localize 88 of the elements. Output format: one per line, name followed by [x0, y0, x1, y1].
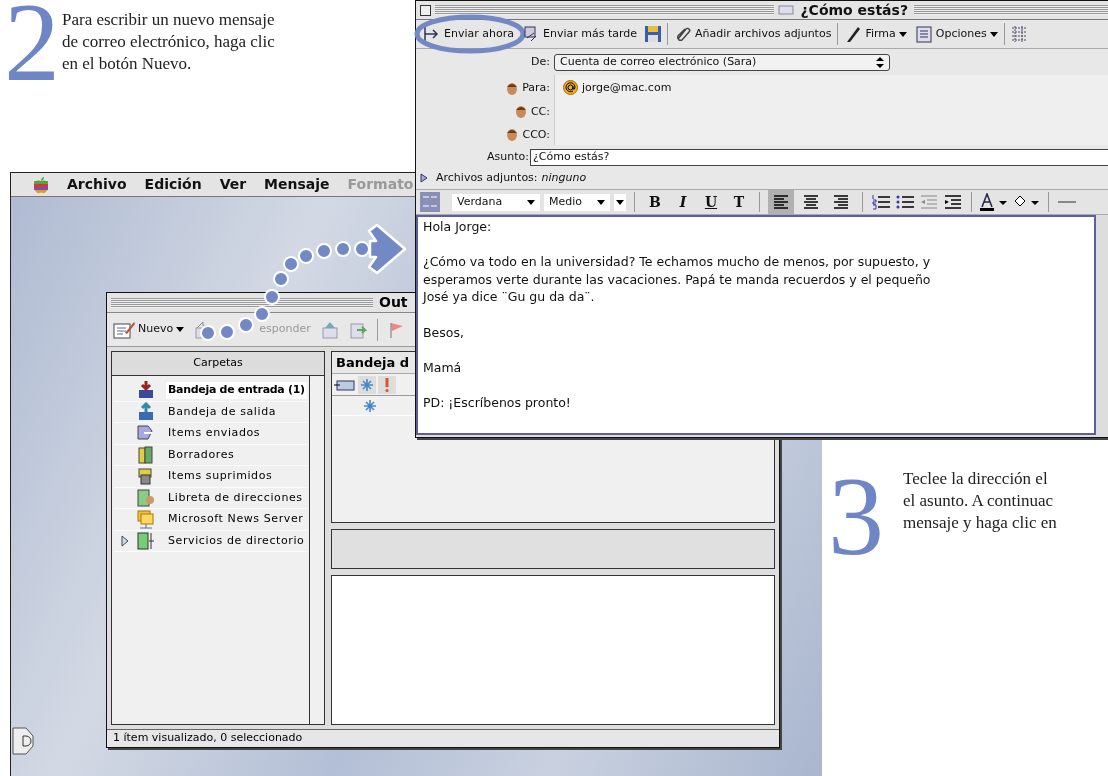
caret-icon — [898, 31, 907, 37]
field-label: CC: — [530, 103, 550, 120]
subject-field[interactable]: ¿Cómo estás? — [530, 148, 1108, 166]
inbox-tray-icon — [136, 380, 156, 401]
forward-icon — [348, 320, 367, 339]
font-select[interactable]: Verdana — [452, 193, 540, 211]
address-book-icon — [136, 487, 156, 508]
align-right-icon — [832, 193, 850, 211]
grid-icon — [1009, 25, 1028, 43]
account-select[interactable]: Cuenta de correo electrónico (Sara) — [554, 53, 890, 71]
toolbar-button[interactable]: Opciones — [913, 25, 999, 43]
field-label: Asunto: — [486, 148, 530, 165]
attachments-value: ninguno — [541, 169, 587, 186]
move-up-icon — [320, 320, 339, 339]
asterisk-icon — [358, 375, 376, 394]
indent-icon — [943, 193, 963, 211]
new-button[interactable]: Nuevo — [113, 319, 185, 340]
column-header: Carpetas — [112, 352, 324, 376]
dropdown-button[interactable] — [614, 193, 626, 211]
at-sign-icon — [563, 80, 578, 96]
window-title: ¿Cómo estás? — [799, 0, 909, 20]
person-icon — [506, 128, 519, 143]
folder-item[interactable]: Libreta de direcciones — [166, 489, 305, 506]
envelope-icon — [778, 5, 795, 15]
folder-item[interactable]: Items enviados — [166, 425, 263, 442]
step-number: 3 — [828, 460, 884, 572]
spell-check-icon — [420, 192, 440, 212]
folder-item[interactable]: Bandeja de entrada (1) — [166, 382, 307, 399]
options-list-icon — [914, 25, 933, 43]
menu-item[interactable]: Archivo — [67, 174, 127, 195]
caret-icon — [176, 327, 185, 332]
text-color-icon — [980, 193, 1008, 211]
align-button[interactable] — [768, 190, 794, 214]
field-label: De: — [530, 53, 551, 70]
disclosure-triangle-icon — [121, 534, 129, 547]
size-select[interactable]: Medio — [544, 193, 610, 211]
updown-arrows-icon — [876, 56, 884, 68]
instruction-text: Para escribir un nuevo mensaje de correo electrónico, haga clic en el botón Nuevo. — [62, 9, 275, 75]
style-button[interactable]: T — [727, 191, 751, 213]
caret-icon — [616, 199, 624, 205]
drafts-folder-icon — [136, 444, 156, 465]
menu-item[interactable]: Ver — [219, 174, 247, 195]
person-icon — [506, 81, 519, 96]
exclamation-icon — [378, 375, 396, 394]
recipient-address: jorge@mac.com — [582, 79, 672, 96]
recipients-field[interactable]: jorge@mac.com — [554, 75, 1108, 145]
toolbar-button[interactable]: Enviar más tarde — [520, 25, 639, 43]
caret-icon — [597, 199, 605, 205]
numbered-list-icon — [871, 193, 891, 211]
toolbar-button[interactable]: Firma — [843, 25, 908, 43]
folder-item[interactable]: Bandeja de salida — [166, 403, 279, 420]
folder-item[interactable]: Microsoft News Server — [166, 511, 306, 528]
status-bar: 1 ítem visualizado, 0 seleccionado — [107, 729, 779, 747]
message-body-field[interactable]: Hola Jorge: ¿Cómo va todo en la universidad? Te echamos mucho de menos, por supuesto, y esperamos verte durante las vacaciones. Papá te manda recuerdos y el pequeño José ya dice ¨Gu gu da da¨. Besos, Mamá PD: ¡Escríbenos pronto! — [416, 215, 1096, 435]
folder-item[interactable]: Servicios de directorio — [166, 532, 307, 549]
directory-icon — [136, 530, 156, 551]
toolbar-button[interactable]: Añadir archivos adjuntos — [673, 25, 833, 43]
menu-item[interactable]: Mensaje — [264, 174, 330, 195]
pen-icon — [844, 25, 863, 43]
style-button[interactable]: I — [671, 191, 695, 213]
field-label: Para: — [522, 80, 550, 97]
menu-item[interactable]: Edición — [144, 174, 202, 195]
folder-item[interactable]: Borradores — [166, 446, 237, 463]
attachments-label: Archivos adjuntos: — [436, 169, 538, 186]
caret-icon — [527, 199, 535, 205]
outdent-icon — [919, 193, 939, 211]
close-box[interactable] — [420, 4, 431, 16]
paperclip-icon — [674, 25, 693, 43]
align-left-icon — [772, 193, 790, 211]
drawer-tab-icon — [12, 726, 34, 756]
news-server-icon — [136, 509, 156, 530]
field-label: CCO: — [522, 127, 550, 144]
align-center-icon — [802, 193, 820, 211]
horizontal-rule-icon — [1057, 199, 1077, 205]
style-button[interactable]: B — [643, 191, 667, 213]
instruction-text: Teclee la dirección el el asunto. A continuac mensaje y haga clic en — [903, 468, 1057, 534]
disclosure-triangle-icon — [420, 173, 428, 183]
outbox-tray-icon — [136, 401, 156, 422]
caret-icon — [989, 31, 998, 37]
send-arrow-icon — [423, 25, 441, 43]
folder-item[interactable]: Items suprimidos — [166, 468, 275, 485]
apple-logo-icon — [33, 175, 49, 194]
asterisk-icon — [362, 397, 378, 414]
style-button[interactable]: U — [699, 191, 723, 213]
bullet-list-icon — [895, 193, 915, 211]
window-title: Out — [379, 293, 408, 312]
step-number: 2 — [4, 0, 60, 98]
person-icon — [514, 105, 527, 119]
